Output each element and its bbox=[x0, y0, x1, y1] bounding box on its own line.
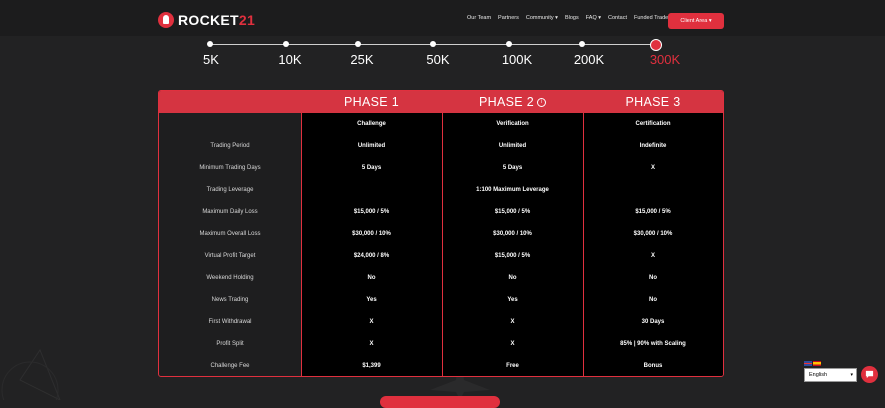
slider-stop-25k[interactable] bbox=[355, 41, 361, 47]
phase-2-cell: Yes bbox=[507, 297, 518, 303]
slider-label-100k[interactable]: 100K bbox=[502, 52, 532, 67]
row-label: Virtual Profit Target bbox=[204, 253, 256, 259]
english-flag-icon[interactable] bbox=[804, 361, 812, 366]
phase-3-title: PHASE 3 bbox=[625, 95, 681, 109]
slider-label-10k[interactable]: 10K bbox=[278, 52, 301, 67]
phase-2-cell: No bbox=[508, 275, 517, 281]
row-label: Challenge Fee bbox=[210, 363, 250, 369]
chat-button[interactable] bbox=[861, 366, 878, 383]
language-select[interactable]: English ▾ bbox=[804, 368, 857, 382]
phase-2-cell: X bbox=[510, 319, 515, 325]
rocket21-logo[interactable]: ROCKET21 bbox=[158, 12, 255, 28]
phase-2-cell: Verification bbox=[496, 121, 529, 127]
row-label: News Trading bbox=[211, 297, 249, 303]
phase-1-cell: Yes bbox=[366, 297, 377, 303]
nav-partners[interactable]: Partners bbox=[498, 15, 519, 21]
phase-3-cell: Bonus bbox=[643, 363, 663, 369]
logo-suffix: 21 bbox=[238, 12, 256, 28]
slider-stop-10k[interactable] bbox=[283, 41, 289, 47]
phase-1-cell: No bbox=[367, 275, 376, 281]
phase-3-cell: $15,000 / 5% bbox=[635, 209, 671, 215]
top-navbar: ROCKET21 Our Team Partners Community ▾ B… bbox=[0, 0, 885, 36]
phase-2-title: PHASE 2i bbox=[442, 91, 583, 113]
merged-leverage-cell: 1:100 Maximum Leverage bbox=[476, 187, 549, 193]
phase-3-cell: Indefinite bbox=[639, 143, 667, 149]
nav-faq[interactable]: FAQ ▾ bbox=[586, 15, 601, 21]
phase-1-title: PHASE 1 bbox=[344, 95, 399, 109]
phase-2-cell: 5 Days bbox=[502, 165, 523, 171]
phase-2-cell: Free bbox=[506, 363, 519, 369]
slider-stop-100k[interactable] bbox=[506, 41, 512, 47]
phase-3-cell: X bbox=[650, 253, 655, 259]
phase-1-cell: $24,000 / 8% bbox=[353, 253, 390, 259]
row-label: Maximum Daily Loss bbox=[202, 209, 258, 215]
main-nav: Our Team Partners Community ▾ Blogs FAQ … bbox=[467, 0, 680, 36]
phase-1-cell: X bbox=[369, 319, 374, 325]
slider-label-25k[interactable]: 25K bbox=[350, 52, 373, 67]
nav-contact[interactable]: Contact bbox=[608, 15, 627, 21]
phase-3-cell: Certification bbox=[635, 121, 671, 127]
nav-community[interactable]: Community ▾ bbox=[526, 15, 558, 21]
slider-stop-300k-selected[interactable] bbox=[650, 39, 662, 51]
phase-1-cell: $15,000 / 5% bbox=[353, 209, 390, 215]
phase-3-cell: X bbox=[650, 165, 655, 171]
info-icon[interactable]: i bbox=[536, 97, 546, 107]
nav-blogs[interactable]: Blogs bbox=[565, 15, 579, 21]
phase-2-cell: $30,000 / 10% bbox=[493, 231, 532, 237]
phase-3-cell: $30,000 / 10% bbox=[633, 231, 673, 237]
slider-stop-200k[interactable] bbox=[579, 41, 585, 47]
slider-label-5k[interactable]: 5K bbox=[203, 52, 219, 67]
phase-1-cell: Unlimited bbox=[357, 143, 386, 149]
row-label bbox=[159, 113, 301, 135]
phase-1-cell: 5 Days bbox=[361, 165, 382, 171]
row-label: Weekend Holding bbox=[206, 275, 254, 281]
language-selected: English bbox=[809, 372, 828, 378]
phase-1-cell: $1,399 bbox=[362, 363, 381, 369]
phase-2-cell: X bbox=[510, 341, 515, 347]
row-label: Maximum Overall Loss bbox=[199, 231, 261, 237]
row-label: Minimum Trading Days bbox=[199, 165, 261, 171]
row-label: Trading Leverage bbox=[206, 187, 254, 193]
slider-stop-5k[interactable] bbox=[207, 41, 213, 47]
phase-2-cell: Unlimited bbox=[498, 143, 527, 149]
row-label: First Withdrawal bbox=[208, 319, 252, 325]
nav-funded-traders[interactable]: Funded Traders bbox=[634, 15, 673, 21]
phases-table: PHASE 1 PHASE 2i PHASE 3 Challenge Verifi… bbox=[158, 90, 724, 377]
slider-label-200k[interactable]: 200K bbox=[574, 52, 604, 67]
phase-2-cell: $15,000 / 5% bbox=[494, 253, 531, 259]
chat-bubble-icon bbox=[865, 370, 874, 379]
logo-prefix: ROCKET bbox=[178, 12, 239, 28]
spanish-flag-icon[interactable] bbox=[813, 361, 821, 366]
phase-3-cell: 30 Days bbox=[641, 319, 665, 325]
chevron-down-icon: ▾ bbox=[850, 372, 853, 378]
slider-label-50k[interactable]: 50K bbox=[426, 52, 449, 67]
bottom-cta-button[interactable] bbox=[380, 396, 500, 408]
background-star-decoration bbox=[1, 348, 61, 400]
phase-1-cell: $30,000 / 10% bbox=[352, 231, 391, 237]
nav-our-team[interactable]: Our Team bbox=[467, 15, 491, 21]
phase-3-cell: No bbox=[649, 275, 657, 281]
row-label: Profit Split bbox=[216, 341, 244, 347]
client-area-button[interactable]: Client Area ▾ bbox=[668, 13, 724, 29]
slider-stop-50k[interactable] bbox=[430, 41, 436, 47]
language-flags bbox=[804, 361, 822, 366]
slider-label-300k[interactable]: 300K bbox=[650, 52, 680, 67]
rocket-logo-icon bbox=[158, 12, 174, 28]
phase-3-cell: 85% | 90% with Scaling bbox=[620, 341, 686, 347]
phase-1-cell: X bbox=[369, 341, 374, 347]
row-label: Trading Period bbox=[210, 143, 250, 149]
phase-1-cell: Challenge bbox=[357, 121, 386, 127]
phase-2-cell: $15,000 / 5% bbox=[494, 209, 531, 215]
phase-3-cell: No bbox=[649, 297, 657, 303]
